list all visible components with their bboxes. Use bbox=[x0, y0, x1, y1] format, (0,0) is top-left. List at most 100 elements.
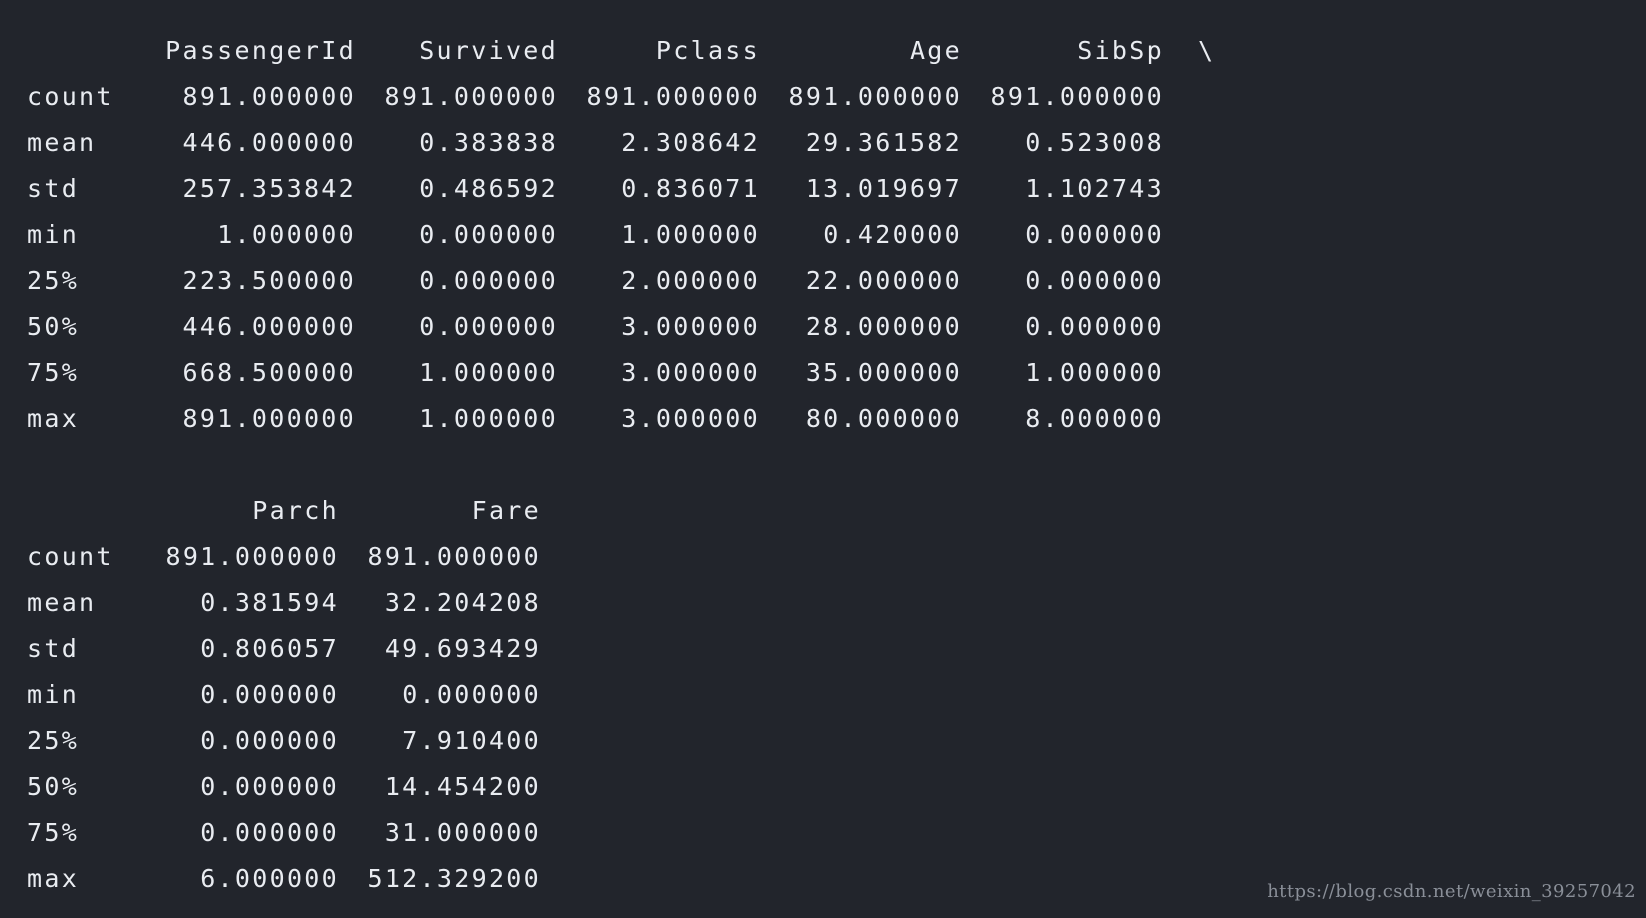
table-cell: 891.000000 bbox=[165, 542, 339, 571]
header-row: Parch Fare bbox=[27, 488, 541, 534]
row-label: 25% bbox=[27, 266, 80, 295]
table-cell: 3.000000 bbox=[621, 312, 760, 341]
table-row: std 257.353842 0.486592 0.836071 13.0196… bbox=[27, 166, 1238, 212]
table-cell: 14.454200 bbox=[384, 772, 541, 801]
table-row: 50% 0.000000 14.454200 bbox=[27, 764, 541, 810]
table-row: std 0.806057 49.693429 bbox=[27, 626, 541, 672]
row-label: count bbox=[27, 82, 114, 111]
table-cell: 891.000000 bbox=[788, 82, 962, 111]
table-row: 25% 223.500000 0.000000 2.000000 22.0000… bbox=[27, 258, 1238, 304]
table-cell: 668.500000 bbox=[182, 358, 356, 387]
column-header-parch: Parch bbox=[252, 496, 339, 525]
table-cell: 891.000000 bbox=[182, 404, 356, 433]
table-cell: 0.381594 bbox=[200, 588, 339, 617]
table-cell: 0.486592 bbox=[419, 174, 558, 203]
table-cell: 0.000000 bbox=[1025, 266, 1164, 295]
table-cell: 0.000000 bbox=[200, 680, 339, 709]
row-label: 25% bbox=[27, 726, 80, 755]
row-label: 50% bbox=[27, 772, 80, 801]
table-cell: 0.000000 bbox=[1025, 312, 1164, 341]
table-cell: 49.693429 bbox=[384, 634, 541, 663]
table-row: 50% 446.000000 0.000000 3.000000 28.0000… bbox=[27, 304, 1238, 350]
table-cell: 80.000000 bbox=[805, 404, 962, 433]
table-cell: 1.000000 bbox=[621, 220, 760, 249]
row-label: 75% bbox=[27, 818, 80, 847]
table-cell: 0.806057 bbox=[200, 634, 339, 663]
table-cell: 0.000000 bbox=[1025, 220, 1164, 249]
row-label: std bbox=[27, 634, 80, 663]
table-cell: 35.000000 bbox=[805, 358, 962, 387]
table-row: count 891.000000 891.000000 bbox=[27, 534, 541, 580]
table-cell: 0.383838 bbox=[419, 128, 558, 157]
table-cell: 512.329200 bbox=[367, 864, 541, 893]
table-cell: 0.000000 bbox=[419, 266, 558, 295]
table-cell: 8.000000 bbox=[1025, 404, 1164, 433]
row-label: std bbox=[27, 174, 80, 203]
table-row: count 891.000000 891.000000 891.000000 8… bbox=[27, 74, 1238, 120]
table-row: mean 0.381594 32.204208 bbox=[27, 580, 541, 626]
row-label: 75% bbox=[27, 358, 80, 387]
column-header-sibsp: SibSp bbox=[1077, 36, 1164, 65]
table-cell: 257.353842 bbox=[182, 174, 356, 203]
header-row: PassengerId Survived Pclass Age SibSp \ bbox=[27, 28, 1238, 74]
table-cell: 31.000000 bbox=[384, 818, 541, 847]
column-header-fare: Fare bbox=[471, 496, 541, 525]
row-label: mean bbox=[27, 588, 97, 617]
row-label: min bbox=[27, 680, 80, 709]
table-cell: 1.000000 bbox=[419, 358, 558, 387]
table-cell: 2.308642 bbox=[621, 128, 760, 157]
row-label: mean bbox=[27, 128, 97, 157]
table-cell: 0.000000 bbox=[200, 772, 339, 801]
source-watermark: https://blog.csdn.net/weixin_39257042 bbox=[1267, 881, 1636, 902]
table-cell: 3.000000 bbox=[621, 358, 760, 387]
row-label: count bbox=[27, 542, 114, 571]
table-cell: 446.000000 bbox=[182, 128, 356, 157]
table-cell: 0.000000 bbox=[200, 818, 339, 847]
describe-table-part-1: PassengerId Survived Pclass Age SibSp \ … bbox=[27, 28, 1238, 442]
table-cell: 0.836071 bbox=[621, 174, 760, 203]
table-cell: 29.361582 bbox=[805, 128, 962, 157]
table-cell: 0.523008 bbox=[1025, 128, 1164, 157]
table-cell: 223.500000 bbox=[182, 266, 356, 295]
table-cell: 1.000000 bbox=[217, 220, 356, 249]
table-cell: 22.000000 bbox=[805, 266, 962, 295]
table-cell: 32.204208 bbox=[384, 588, 541, 617]
table-cell: 1.102743 bbox=[1025, 174, 1164, 203]
column-header-survived: Survived bbox=[419, 36, 558, 65]
table-cell: 891.000000 bbox=[990, 82, 1164, 111]
table-cell: 7.910400 bbox=[402, 726, 541, 755]
table-cell: 2.000000 bbox=[621, 266, 760, 295]
table-cell: 1.000000 bbox=[419, 404, 558, 433]
table-row: min 1.000000 0.000000 1.000000 0.420000 … bbox=[27, 212, 1238, 258]
table-row: 75% 0.000000 31.000000 bbox=[27, 810, 541, 856]
table-cell: 0.000000 bbox=[200, 726, 339, 755]
table-cell: 3.000000 bbox=[621, 404, 760, 433]
table-cell: 13.019697 bbox=[805, 174, 962, 203]
table-row: min 0.000000 0.000000 bbox=[27, 672, 541, 718]
row-label: 50% bbox=[27, 312, 80, 341]
table-cell: 0.420000 bbox=[823, 220, 962, 249]
table-cell: 28.000000 bbox=[805, 312, 962, 341]
table-row: max 891.000000 1.000000 3.000000 80.0000… bbox=[27, 396, 1238, 442]
column-header-age: Age bbox=[909, 36, 962, 65]
row-label: max bbox=[27, 404, 80, 433]
table-row: 75% 668.500000 1.000000 3.000000 35.0000… bbox=[27, 350, 1238, 396]
table-cell: 6.000000 bbox=[200, 864, 339, 893]
describe-table-part-2: Parch Fare count 891.000000 891.000000 m… bbox=[27, 488, 541, 902]
row-label: max bbox=[27, 864, 80, 893]
dataframe-describe-output: PassengerId Survived Pclass Age SibSp \ … bbox=[27, 28, 1238, 902]
column-header-passengerid: PassengerId bbox=[165, 36, 356, 65]
table-cell: 0.000000 bbox=[419, 220, 558, 249]
line-continuation-marker: \ bbox=[1198, 36, 1216, 65]
table-cell: 0.000000 bbox=[419, 312, 558, 341]
column-header-pclass: Pclass bbox=[655, 36, 760, 65]
table-cell: 891.000000 bbox=[586, 82, 760, 111]
table-cell: 891.000000 bbox=[384, 82, 558, 111]
index-header bbox=[27, 488, 127, 534]
table-row: max 6.000000 512.329200 bbox=[27, 856, 541, 902]
table-cell: 891.000000 bbox=[182, 82, 356, 111]
table-cell: 0.000000 bbox=[402, 680, 541, 709]
table-row: mean 446.000000 0.383838 2.308642 29.361… bbox=[27, 120, 1238, 166]
table-cell: 1.000000 bbox=[1025, 358, 1164, 387]
